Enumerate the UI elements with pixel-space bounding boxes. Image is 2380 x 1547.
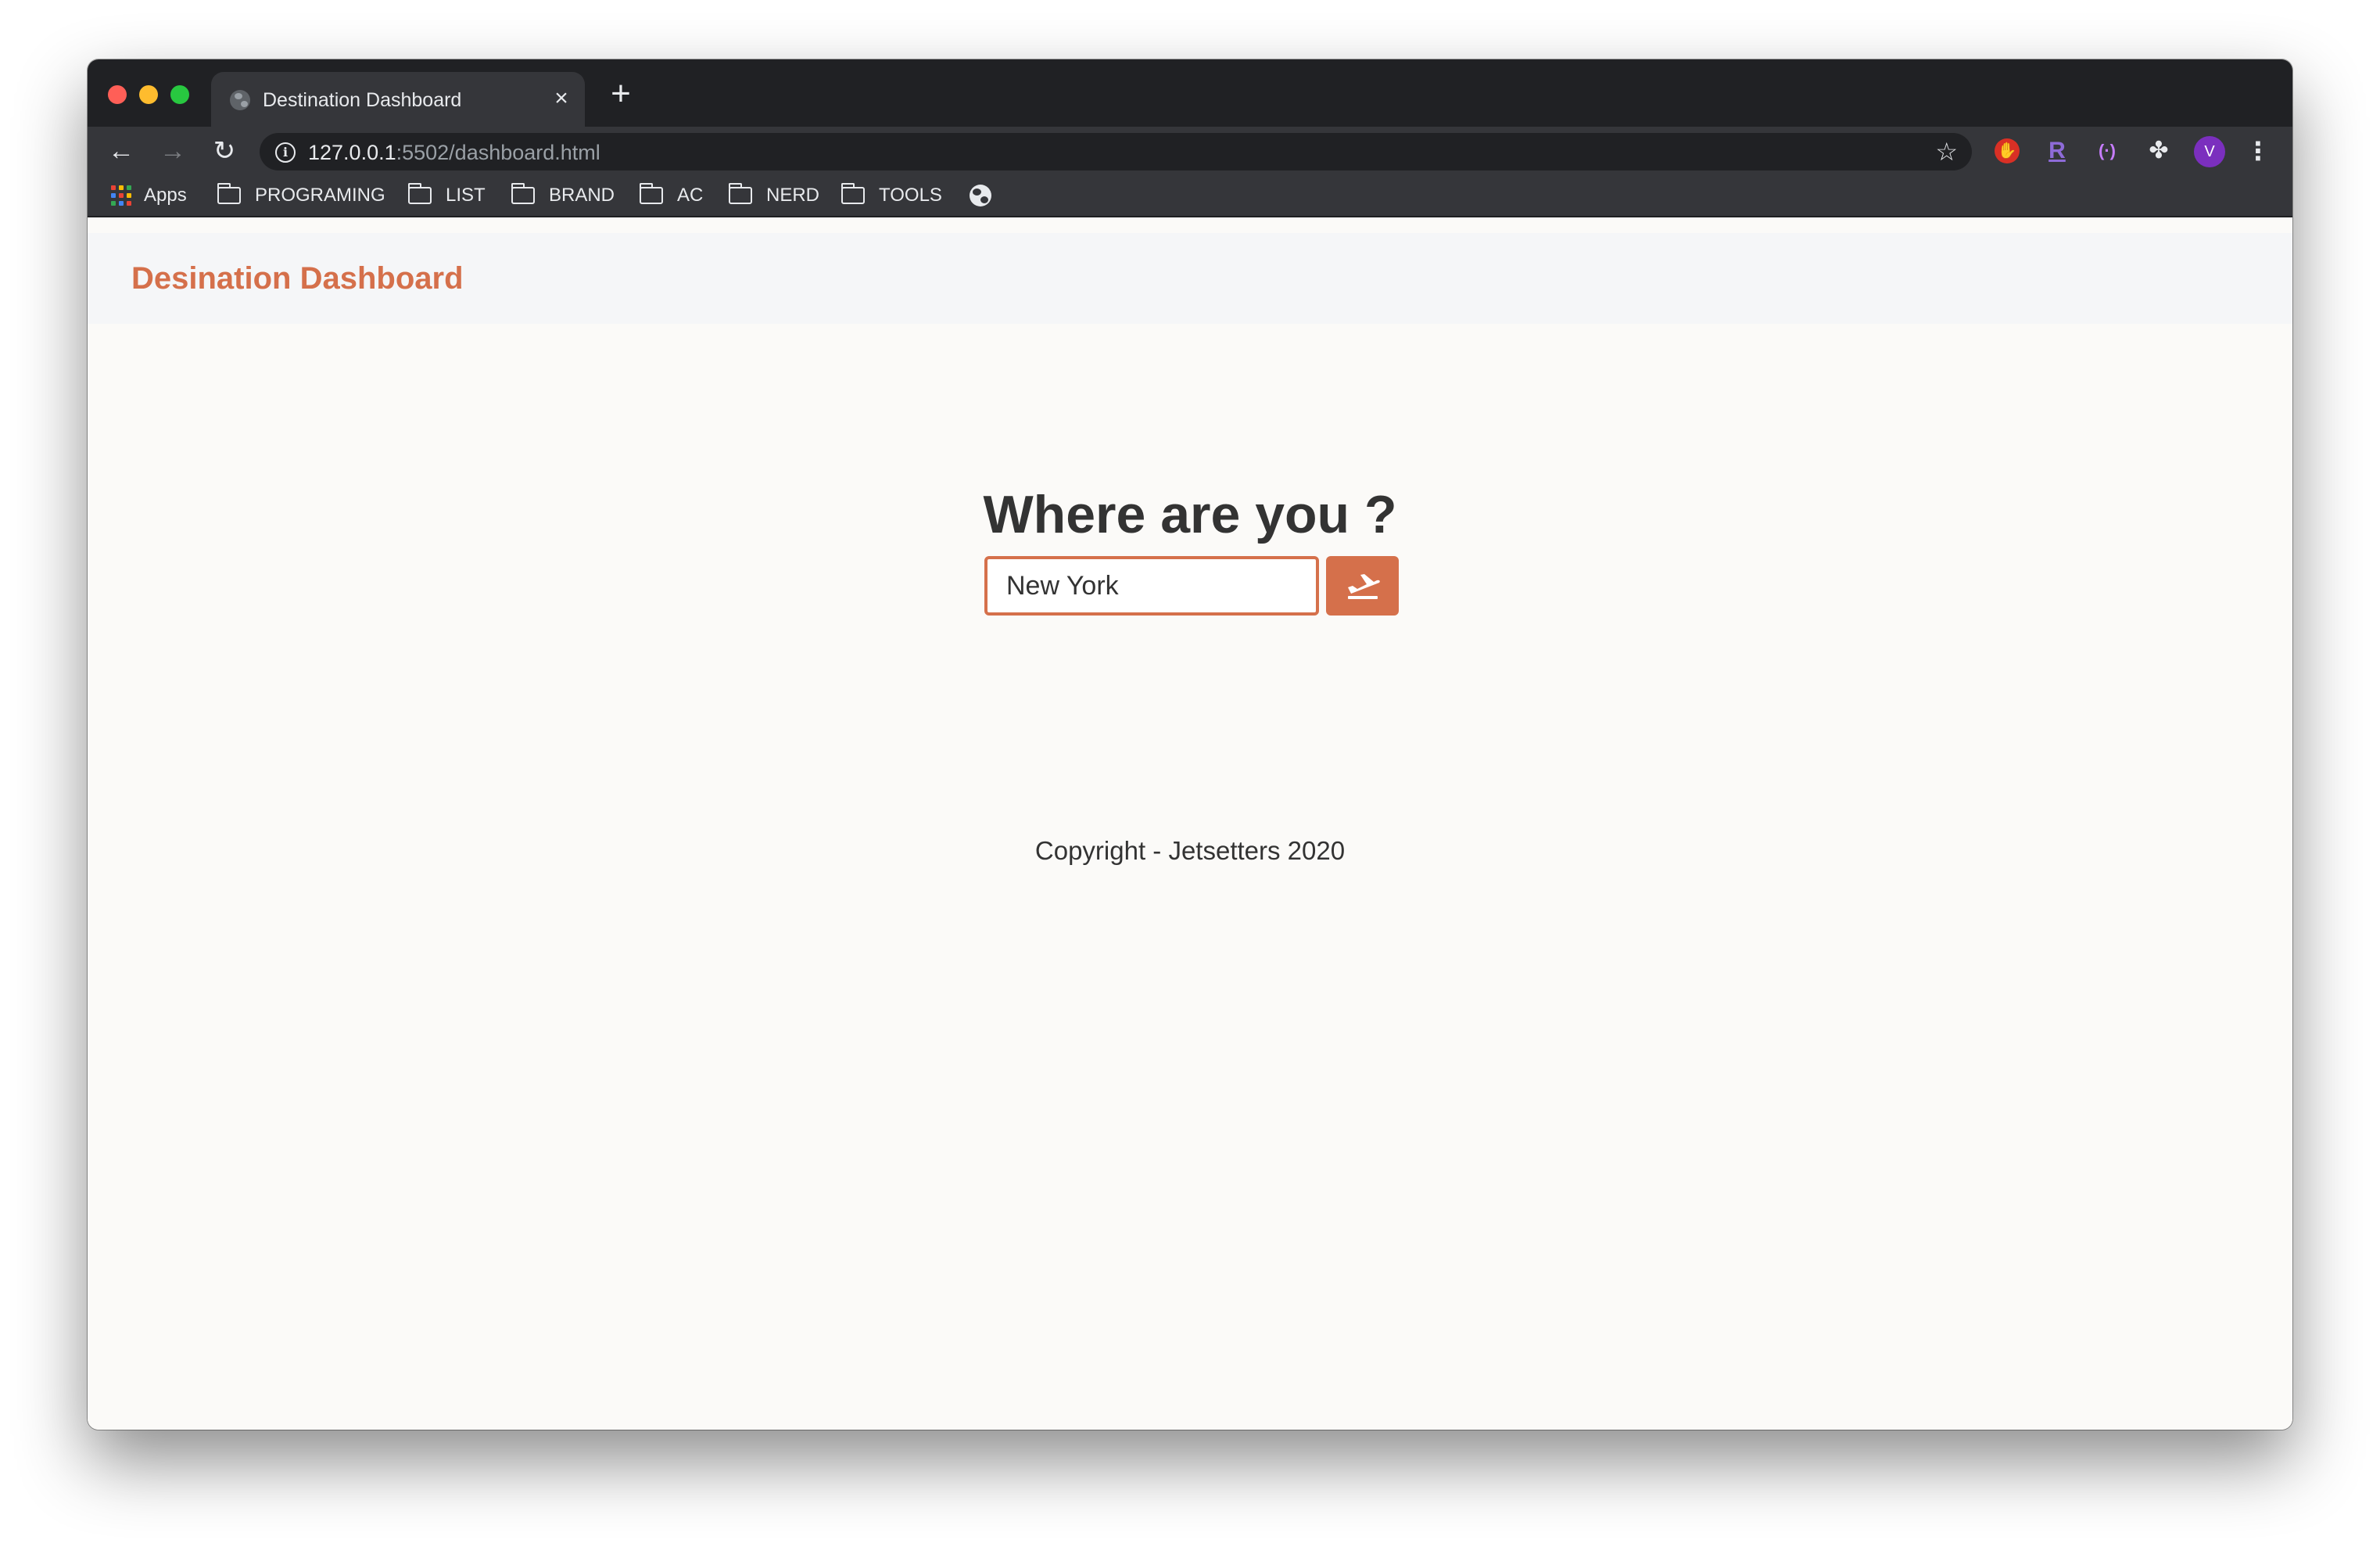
globe-favicon-icon xyxy=(230,90,250,110)
folder-icon xyxy=(408,183,432,204)
bookmark-folder-tools[interactable]: TOOLS xyxy=(841,175,942,216)
address-bar[interactable]: i 127.0.0.1:5502/dashboard.html ☆ xyxy=(260,133,1972,170)
bookmark-label: Apps xyxy=(144,185,187,206)
depart-button[interactable] xyxy=(1326,556,1399,616)
page-title: Where are you ? xyxy=(983,485,1397,544)
close-window-button[interactable] xyxy=(108,85,127,104)
page-viewport: Desination Dashboard Where are you ? Cop… xyxy=(88,233,2292,1430)
back-button[interactable]: ← xyxy=(105,135,138,167)
url-text[interactable]: 127.0.0.1:5502/dashboard.html xyxy=(308,140,600,165)
folder-icon xyxy=(511,183,535,204)
bookmark-label: PROGRAMING xyxy=(255,185,385,206)
tab-close-icon[interactable]: × xyxy=(549,86,574,111)
profile-avatar[interactable]: V xyxy=(2194,136,2225,167)
folder-icon xyxy=(640,183,663,204)
plane-departure-icon xyxy=(1347,574,1380,599)
folder-icon xyxy=(217,183,241,204)
bookmark-folder-programing[interactable]: PROGRAMING xyxy=(217,175,385,216)
extension-broadcast-icon[interactable]: (·) xyxy=(2092,136,2122,166)
stop-hand-icon: ✋ xyxy=(1995,138,2020,163)
forward-button[interactable]: → xyxy=(156,135,189,167)
minimize-window-button[interactable] xyxy=(139,85,158,104)
apps-grid-icon xyxy=(111,185,131,206)
bookmark-apps[interactable]: Apps xyxy=(111,175,187,216)
location-input[interactable] xyxy=(984,556,1319,616)
bookmarks-bar: Apps PROGRAMING LIST BRAND AC NERD TOOLS xyxy=(88,175,2292,217)
tab-destination-dashboard[interactable]: Destination Dashboard × xyxy=(211,72,585,127)
bookmark-folder-brand[interactable]: BRAND xyxy=(511,175,615,216)
url-path: :5502/dashboard.html xyxy=(396,141,600,164)
bookmark-folder-nerd[interactable]: NERD xyxy=(729,175,819,216)
url-host: 127.0.0.1 xyxy=(308,141,396,164)
bookmark-label: NERD xyxy=(766,185,820,206)
tab-strip: Destination Dashboard × + xyxy=(88,59,2292,127)
extension-hand-icon[interactable]: ✋ xyxy=(1992,136,2022,166)
browser-window: Destination Dashboard × + ← → ↻ i 127.0.… xyxy=(88,59,2292,1430)
browser-toolbar: ← → ↻ i 127.0.0.1:5502/dashboard.html ☆ … xyxy=(88,127,2292,175)
bookmark-folder-list[interactable]: LIST xyxy=(408,175,486,216)
bookmark-globe[interactable] xyxy=(970,175,991,216)
bookmark-label: TOOLS xyxy=(879,185,942,206)
bookmark-label: BRAND xyxy=(549,185,615,206)
bookmark-star-icon[interactable]: ☆ xyxy=(1935,138,1958,166)
reload-button[interactable]: ↻ xyxy=(208,135,241,167)
page-header: Desination Dashboard xyxy=(88,233,2292,324)
brand-title[interactable]: Desination Dashboard xyxy=(131,255,464,302)
extension-r-icon[interactable]: R xyxy=(2042,136,2072,166)
site-info-icon[interactable]: i xyxy=(275,142,296,163)
globe-icon xyxy=(970,185,991,206)
maximize-window-button[interactable] xyxy=(170,85,189,104)
bookmark-folder-ac[interactable]: AC xyxy=(640,175,703,216)
location-search xyxy=(984,556,1399,616)
extensions-puzzle-icon[interactable]: ✤ xyxy=(2144,136,2174,166)
new-tab-button[interactable]: + xyxy=(607,77,635,111)
footer-copyright: Copyright - Jetsetters 2020 xyxy=(1034,836,1346,865)
tab-title: Destination Dashboard xyxy=(263,89,462,111)
browser-menu-icon[interactable]: ⋮ xyxy=(2246,135,2271,167)
folder-icon xyxy=(729,183,752,204)
folder-icon xyxy=(841,183,865,204)
bookmark-label: LIST xyxy=(446,185,486,206)
bookmark-label: AC xyxy=(677,185,704,206)
